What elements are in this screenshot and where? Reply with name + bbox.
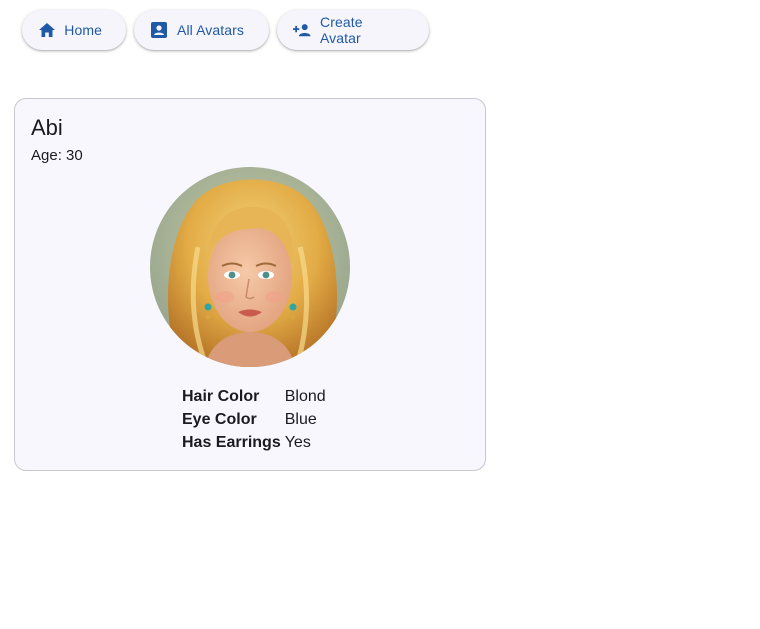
avatar-age: Age: 30 <box>31 147 83 164</box>
attribute-row: Hair Color Blond <box>182 385 326 408</box>
attribute-row: Has Earrings Yes <box>182 431 326 454</box>
home-button-label: Home <box>64 22 102 38</box>
avatar-portrait <box>150 167 350 367</box>
attribute-label: Has Earrings <box>182 433 281 451</box>
create-avatar-button[interactable]: Create Avatar <box>277 10 429 50</box>
attribute-row: Eye Color Blue <box>182 408 326 431</box>
attribute-label: Eye Color <box>182 410 257 428</box>
home-icon <box>38 21 55 39</box>
avatar-name: Abi <box>31 115 63 140</box>
attribute-value: Blond <box>284 387 326 405</box>
create-avatar-button-label: Create Avatar <box>320 14 363 46</box>
all-avatars-button-label: All Avatars <box>177 22 244 38</box>
avatar-attributes: Hair Color Blond Eye Color Blue Has Earr… <box>182 385 326 454</box>
home-button[interactable]: Home <box>22 10 126 50</box>
person-add-icon <box>293 21 311 39</box>
attribute-value: Yes <box>284 433 311 451</box>
avatar-card: Abi Age: 30 Hair Color Blond Eye Color B… <box>14 98 486 471</box>
attribute-value: Blue <box>284 410 317 428</box>
contact-card-icon <box>150 21 168 39</box>
top-nav: Home All Avatars Create Avatar <box>22 10 429 50</box>
all-avatars-button[interactable]: All Avatars <box>134 10 269 50</box>
attribute-label: Hair Color <box>182 387 260 405</box>
